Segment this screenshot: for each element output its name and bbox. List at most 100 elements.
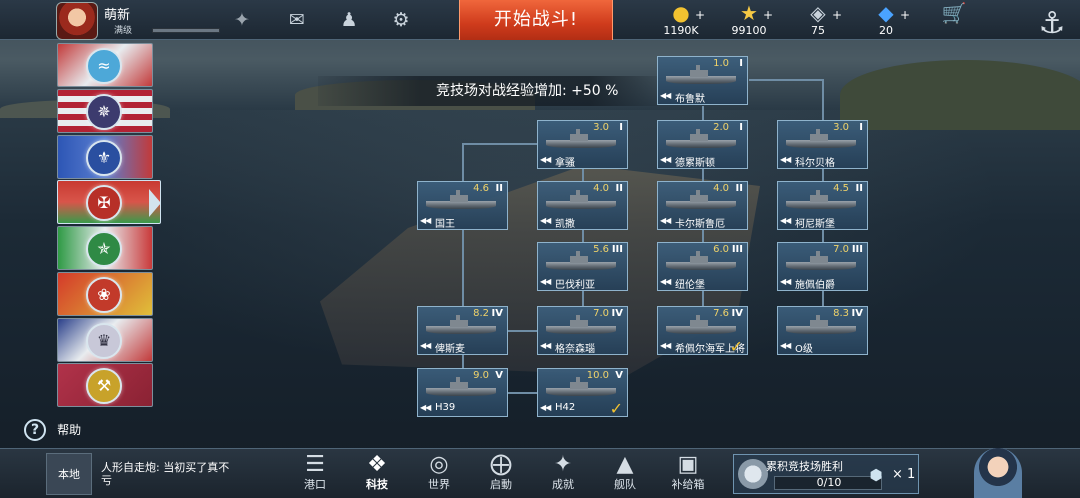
ship-card-karlsruhe[interactable]: 4.0 II ◀◀ 卡尔斯鲁厄 (657, 181, 748, 230)
ship-card-h42[interactable]: 10.0 V ◀◀ H42 ✓ (537, 368, 628, 418)
ship-card-koenig[interactable]: 4.6 II ◀◀ 国王 (417, 181, 508, 230)
ship-card-gneisenau[interactable]: 7.0 IV ◀◀ 格奈森瑙 (537, 306, 628, 355)
tree-connector (822, 169, 824, 181)
tree-connector (462, 230, 464, 306)
nav-fleet[interactable]: ▲ 舰队 (597, 453, 653, 497)
nation-tab-5[interactable]: ✯ (57, 226, 153, 270)
player-avatar[interactable] (56, 2, 98, 40)
dragon-emblem-icon: ❀ (86, 277, 122, 313)
local-chat-button[interactable]: 本地 (46, 453, 92, 495)
ship-tier: 10.0 (586, 370, 609, 381)
tree-connector (702, 230, 704, 242)
ship-tier-roman: III (851, 244, 863, 255)
ship-name: H39 (435, 402, 456, 413)
diamond-plus-icon[interactable]: + (900, 8, 910, 22)
ship-tier: 4.0 (713, 183, 729, 194)
ship-class-icon: ◀◀ (780, 216, 791, 225)
ship-card-dresden[interactable]: 2.0 I ◀◀ 德累斯顿 (657, 120, 748, 169)
anchor-icon[interactable]: ⚓ (1032, 2, 1072, 48)
ship-tier-roman: II (615, 183, 623, 194)
nation-tab-8[interactable]: ⚒ (57, 363, 153, 407)
tree-connector (749, 79, 823, 81)
nav-achievement[interactable]: ✦ 成就 (535, 453, 591, 497)
tree-connector (702, 106, 704, 120)
ship-card-koenigsberg[interactable]: 4.5 II ◀◀ 柯尼斯堡 (777, 181, 868, 230)
ship-tier: 7.6 (713, 308, 729, 319)
ship-tier-roman: IV (731, 308, 743, 319)
shop-button[interactable]: 🛒 (924, 2, 984, 40)
ship-tier: 8.3 (833, 308, 849, 319)
nav-world[interactable]: ◎ 世界 (411, 453, 467, 497)
nav-harbor[interactable]: ☰ 港口 (287, 453, 343, 497)
ship-tier-roman: I (739, 58, 743, 69)
ship-card-hipper[interactable]: 7.6 IV ◀◀ 希佩尔海军上将 ✓ (657, 306, 748, 356)
help-button[interactable]: ? 帮助 (24, 419, 81, 443)
player-level-label: 满级 (114, 26, 133, 36)
nav-tech[interactable]: ❖ 科技 (349, 453, 405, 497)
coin-plus-icon[interactable]: + (695, 8, 705, 22)
wings-icon[interactable]: ✦ (229, 8, 255, 32)
nav-label: 科技 (366, 478, 388, 491)
ship-card-brummer[interactable]: 1.0 I ◀◀ 布鲁默 (657, 56, 748, 105)
ship-tier-roman: IV (611, 308, 623, 319)
ship-card-h39[interactable]: 9.0 V ◀◀ H39 (417, 368, 508, 417)
ship-silhouette-icon (786, 251, 856, 270)
captain-avatar[interactable] (974, 448, 1022, 498)
star-plus-icon[interactable]: + (763, 8, 773, 22)
fleur-de-lis-emblem-icon: ⚜ (86, 140, 122, 176)
diamond-resource[interactable]: ◆ + 20 (856, 2, 916, 40)
chat-message[interactable]: 人形自走炮: 当初买了真不亏 (101, 461, 231, 487)
ship-name: 格奈森瑙 (555, 344, 595, 355)
nation-tab-1[interactable]: ≈ (57, 43, 153, 87)
reward-chest-icon: ⬢ (869, 466, 883, 484)
tree-connector (508, 392, 538, 394)
ship-card-nuernberg[interactable]: 6.0 III ◀◀ 纽伦堡 (657, 242, 748, 291)
nation-tab-4[interactable]: ✠ (57, 180, 161, 224)
chip-value: 75 (811, 24, 825, 37)
player-name: 萌新 (104, 8, 131, 23)
ship-card-bismarck[interactable]: 8.2 IV ◀◀ 俾斯麦 (417, 306, 508, 355)
ship-card-kaiser[interactable]: 4.0 II ◀◀ 凯撒 (537, 181, 628, 230)
nav-label: 舰队 (614, 478, 636, 491)
supply-box-icon: ▣ (677, 452, 699, 477)
ship-card-kolberg[interactable]: 3.0 I ◀◀ 科尔贝格 (777, 120, 868, 169)
tree-connector (462, 143, 464, 181)
coin-resource[interactable]: ● + 1190K (651, 2, 711, 40)
ship-name: 柯尼斯堡 (795, 219, 835, 230)
ship-tier: 7.0 (593, 308, 609, 319)
chip-resource[interactable]: ◈ + 75 (788, 2, 848, 40)
ship-tier: 3.0 (593, 122, 609, 133)
nation-tab-2[interactable]: ✵ (57, 89, 153, 133)
nation-tab-7[interactable]: ♛ (57, 318, 153, 362)
arena-wins-title: 累积竞技场胜利 (766, 460, 843, 473)
nav-label: 启動 (490, 478, 512, 491)
nav-supply[interactable]: ▣ 补给箱 (660, 453, 716, 497)
ship-card-nassau[interactable]: 3.0 I ◀◀ 拿骚 (537, 120, 628, 169)
ship-card-spee[interactable]: 7.0 III ◀◀ 施佩伯爵 (777, 242, 868, 291)
ship-silhouette-icon (546, 251, 616, 270)
mail-icon[interactable]: ✉ (284, 8, 310, 32)
ship-silhouette-icon (546, 190, 616, 209)
ship-card-o-class[interactable]: 8.3 IV ◀◀ O级 (777, 306, 868, 355)
top-bar: 萌新 满级 ✦ ✉ ♟ ⚙ 开始战斗! ● + 1190K ★ + 99100 … (0, 0, 1080, 41)
ship-silhouette-icon (426, 190, 496, 209)
ship-tier: 9.0 (473, 370, 489, 381)
reward-count: × 1 (892, 467, 916, 482)
settings-icon[interactable]: ⚙ (388, 8, 414, 32)
nation-tab-3[interactable]: ⚜ (57, 135, 153, 179)
ship-tier-roman: I (739, 122, 743, 133)
chip-plus-icon[interactable]: + (832, 8, 842, 22)
friends-icon[interactable]: ♟ (336, 8, 362, 32)
diamond-value: 20 (879, 24, 893, 37)
ship-tier: 2.0 (713, 122, 729, 133)
star-resource[interactable]: ★ + 99100 (719, 2, 779, 40)
start-battle-button[interactable]: 开始战斗! (459, 0, 613, 40)
nation-tab-6[interactable]: ❀ (57, 272, 153, 316)
arena-wins-panel[interactable]: 累积竞技场胜利 0/10 ⬢ × 1 (733, 454, 919, 494)
ship-card-bayern[interactable]: 5.6 III ◀◀ 巴伐利亚 (537, 242, 628, 291)
tree-connector (582, 230, 584, 242)
ship-name: 凯撒 (555, 219, 575, 230)
nav-launch[interactable]: ⨁ 启動 (473, 453, 529, 497)
ship-tier: 4.5 (833, 183, 849, 194)
shop-cart-icon: 🛒 (941, 1, 967, 25)
